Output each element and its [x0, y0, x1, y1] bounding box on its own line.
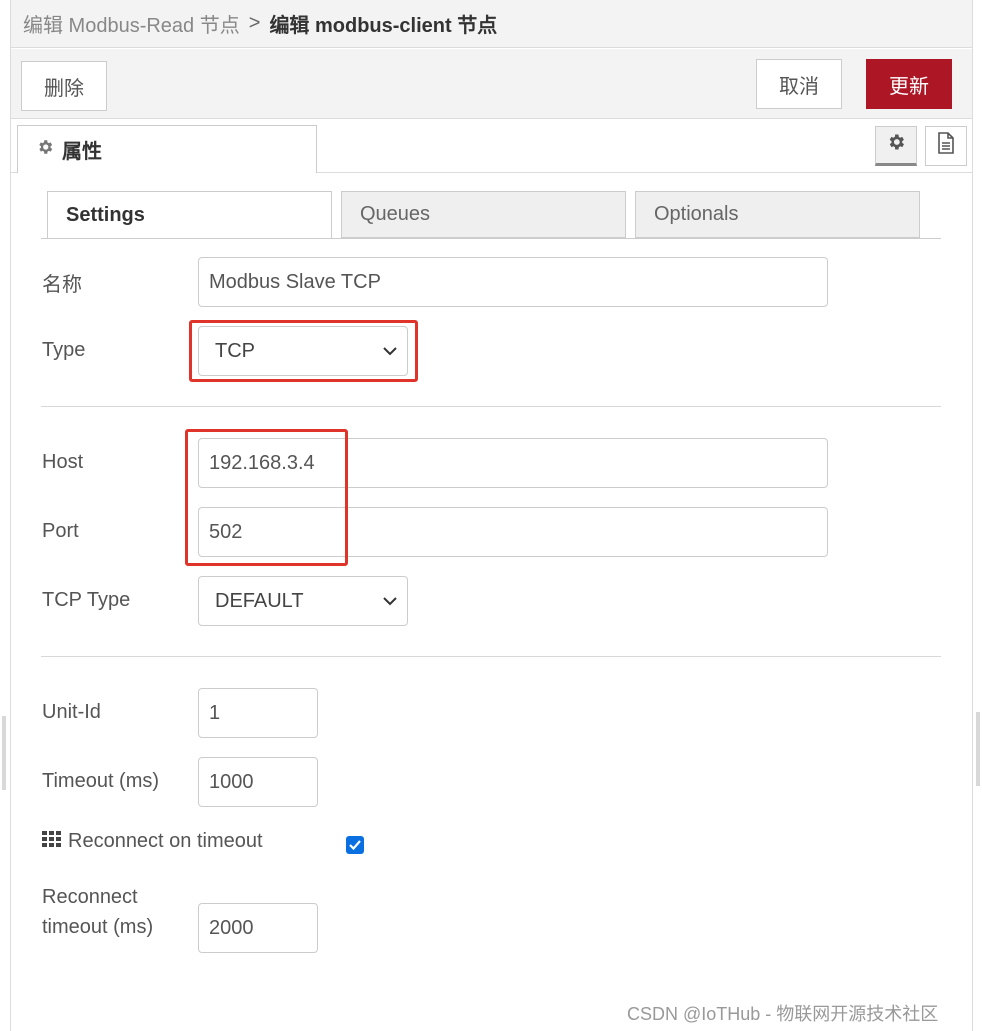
highlight-host-port — [185, 429, 348, 566]
update-button[interactable]: 更新 — [866, 59, 952, 109]
breadcrumb-separator: > — [248, 12, 261, 34]
gear-icon — [886, 132, 906, 158]
tab-underline — [317, 172, 972, 173]
tab-properties-label: 属性 — [62, 141, 102, 163]
subtab-settings[interactable]: Settings — [47, 191, 332, 239]
reconnect-timeout-label-line2: timeout (ms) — [42, 916, 154, 938]
reconnect-timeout-input[interactable]: 2000 — [198, 903, 318, 953]
name-input[interactable]: Modbus Slave TCP — [198, 257, 828, 307]
timeout-input[interactable]: 1000 — [198, 757, 318, 807]
breadcrumb-parent[interactable]: 编辑 Modbus-Read 节点 — [23, 9, 240, 38]
reconnect-on-timeout-text: Reconnect on timeout — [68, 830, 263, 852]
tcp-type-select[interactable]: DEFAULT — [198, 576, 408, 626]
section-divider — [41, 656, 941, 657]
section-divider — [41, 406, 941, 407]
settings-tab-button[interactable] — [875, 126, 917, 166]
tcp-type-label: TCP Type — [42, 589, 131, 611]
type-label: Type — [42, 339, 86, 361]
reconnect-on-timeout-checkbox[interactable] — [346, 836, 364, 854]
unit-id-label: Unit-Id — [42, 701, 101, 723]
name-label: 名称 — [42, 274, 82, 296]
delete-button[interactable]: 删除 — [21, 61, 107, 111]
right-resize-handle[interactable] — [976, 712, 980, 786]
tab-underline-left — [11, 172, 17, 173]
document-icon — [937, 132, 955, 160]
reconnect-timeout-label-line1: Reconnect — [42, 886, 138, 908]
tab-properties[interactable]: 属性 — [17, 125, 317, 173]
watermark: CSDN @IoTHub - 物联网开源技术社区 — [627, 1004, 939, 1024]
timeout-label: Timeout (ms) — [42, 770, 160, 792]
port-label: Port — [42, 520, 79, 542]
left-resize-handle[interactable] — [2, 716, 6, 790]
highlight-type — [189, 320, 418, 382]
gear-icon — [36, 138, 54, 162]
subtab-optionals[interactable]: Optionals — [635, 191, 920, 238]
reconnect-on-timeout-label: Reconnect on timeout — [42, 830, 263, 853]
subtab-underline — [41, 238, 941, 239]
host-label: Host — [42, 451, 84, 473]
tray-header: 编辑 Modbus-Read 节点 > 编辑 modbus-client 节点 — [11, 0, 972, 48]
chevron-down-icon — [381, 592, 399, 610]
edit-tray: 编辑 Modbus-Read 节点 > 编辑 modbus-client 节点 … — [10, 0, 973, 1031]
subtab-queues[interactable]: Queues — [341, 191, 626, 238]
grid-icon — [42, 830, 62, 853]
breadcrumb-current: 编辑 modbus-client 节点 — [269, 15, 498, 37]
unit-id-input[interactable]: 1 — [198, 688, 318, 738]
description-tab-button[interactable] — [925, 126, 967, 166]
tray-toolbar: 删除 取消 更新 — [11, 49, 972, 119]
cancel-button[interactable]: 取消 — [756, 59, 842, 109]
tcp-type-select-value: DEFAULT — [215, 589, 304, 612]
